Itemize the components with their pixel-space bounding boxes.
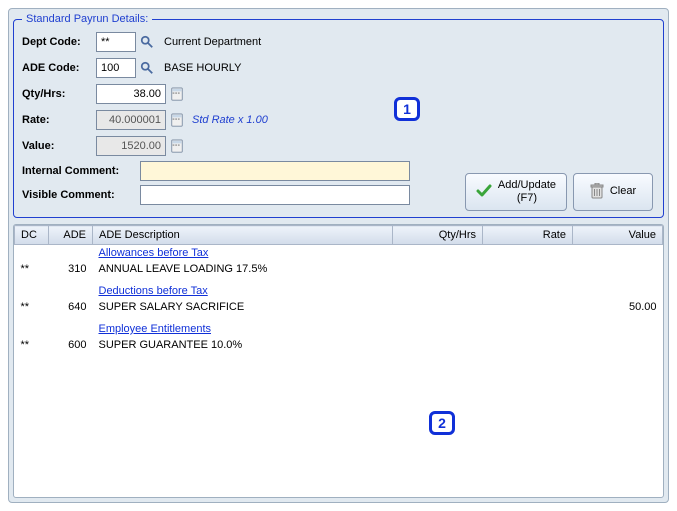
- fieldset-legend: Standard Payrun Details:: [22, 13, 152, 25]
- callout-2: 2: [429, 411, 455, 435]
- table-row[interactable]: **310ANNUAL LEAVE LOADING 17.5%: [15, 261, 663, 277]
- col-ade[interactable]: ADE: [49, 226, 93, 245]
- label-qty: Qty/Hrs:: [22, 88, 96, 100]
- ade-lookup-icon[interactable]: [138, 59, 156, 77]
- section-title-row: Allowances before Tax: [15, 245, 663, 262]
- cell-rate: [483, 299, 573, 315]
- row-rate: Rate: Std Rate x 1.00: [22, 109, 655, 131]
- section-title: Deductions before Tax: [93, 283, 393, 299]
- cell-desc: SUPER SALARY SACRIFICE: [93, 299, 393, 315]
- col-dc[interactable]: DC: [15, 226, 49, 245]
- dept-code-input[interactable]: [96, 32, 136, 52]
- clear-button[interactable]: Clear: [573, 173, 653, 211]
- ade-desc: BASE HOURLY: [164, 62, 241, 74]
- value-input: [96, 136, 166, 156]
- std-rate-note: Std Rate x 1.00: [192, 114, 268, 126]
- col-value[interactable]: Value: [573, 226, 663, 245]
- section-title: Allowances before Tax: [93, 245, 393, 262]
- cell-dc: **: [15, 299, 49, 315]
- table-row[interactable]: **600SUPER GUARANTEE 10.0%: [15, 337, 663, 353]
- cell-desc: SUPER GUARANTEE 10.0%: [93, 337, 393, 353]
- row-value: Value:: [22, 135, 655, 157]
- label-dept: Dept Code:: [22, 36, 96, 48]
- check-icon: [476, 183, 492, 202]
- cell-ade: 600: [49, 337, 93, 353]
- clear-label: Clear: [610, 185, 636, 198]
- cell-rate: [483, 337, 573, 353]
- col-desc[interactable]: ADE Description: [93, 226, 393, 245]
- trash-icon: [590, 183, 604, 202]
- cell-qty: [393, 261, 483, 277]
- cell-value: [573, 261, 663, 277]
- row-qty: Qty/Hrs:: [22, 83, 655, 105]
- label-rate: Rate:: [22, 114, 96, 126]
- add-update-button[interactable]: Add/Update (F7): [465, 173, 567, 211]
- payrun-fieldset: Standard Payrun Details: Dept Code: Curr…: [13, 13, 664, 218]
- grid-wrap: DC ADE ADE Description Qty/Hrs Rate Valu…: [13, 224, 664, 498]
- cell-ade: 640: [49, 299, 93, 315]
- qty-calc-icon[interactable]: [168, 85, 186, 103]
- cell-rate: [483, 261, 573, 277]
- rate-calc-icon[interactable]: [168, 111, 186, 129]
- section-title-row: Deductions before Tax: [15, 283, 663, 299]
- internal-comment-input[interactable]: [140, 161, 410, 181]
- grid-header-row: DC ADE ADE Description Qty/Hrs Rate Valu…: [15, 226, 663, 245]
- visible-comment-input[interactable]: [140, 185, 410, 205]
- label-ade: ADE Code:: [22, 62, 96, 74]
- cell-value: [573, 337, 663, 353]
- cell-qty: [393, 337, 483, 353]
- row-ade: ADE Code: BASE HOURLY: [22, 57, 655, 79]
- rate-input: [96, 110, 166, 130]
- section-title-row: Employee Entitlements: [15, 321, 663, 337]
- qty-input[interactable]: [96, 84, 166, 104]
- col-qty[interactable]: Qty/Hrs: [393, 226, 483, 245]
- cell-desc: ANNUAL LEAVE LOADING 17.5%: [93, 261, 393, 277]
- cell-dc: **: [15, 261, 49, 277]
- section-title: Employee Entitlements: [93, 321, 393, 337]
- dept-lookup-icon[interactable]: [138, 33, 156, 51]
- cell-dc: **: [15, 337, 49, 353]
- cell-qty: [393, 299, 483, 315]
- cell-value: 50.00: [573, 299, 663, 315]
- col-rate[interactable]: Rate: [483, 226, 573, 245]
- label-internal: Internal Comment:: [22, 165, 140, 177]
- row-dept: Dept Code: Current Department: [22, 31, 655, 53]
- dept-desc: Current Department: [164, 36, 261, 48]
- add-update-label: Add/Update (F7): [498, 179, 556, 205]
- callout-1: 1: [394, 97, 420, 121]
- cell-ade: 310: [49, 261, 93, 277]
- ade-grid: DC ADE ADE Description Qty/Hrs Rate Valu…: [14, 225, 663, 359]
- label-value: Value:: [22, 140, 96, 152]
- main-panel: Standard Payrun Details: Dept Code: Curr…: [8, 8, 669, 503]
- ade-code-input[interactable]: [96, 58, 136, 78]
- button-area: Add/Update (F7) Clear: [465, 173, 653, 211]
- label-visible: Visible Comment:: [22, 189, 140, 201]
- table-row[interactable]: **640SUPER SALARY SACRIFICE 50.00: [15, 299, 663, 315]
- value-calc-icon[interactable]: [168, 137, 186, 155]
